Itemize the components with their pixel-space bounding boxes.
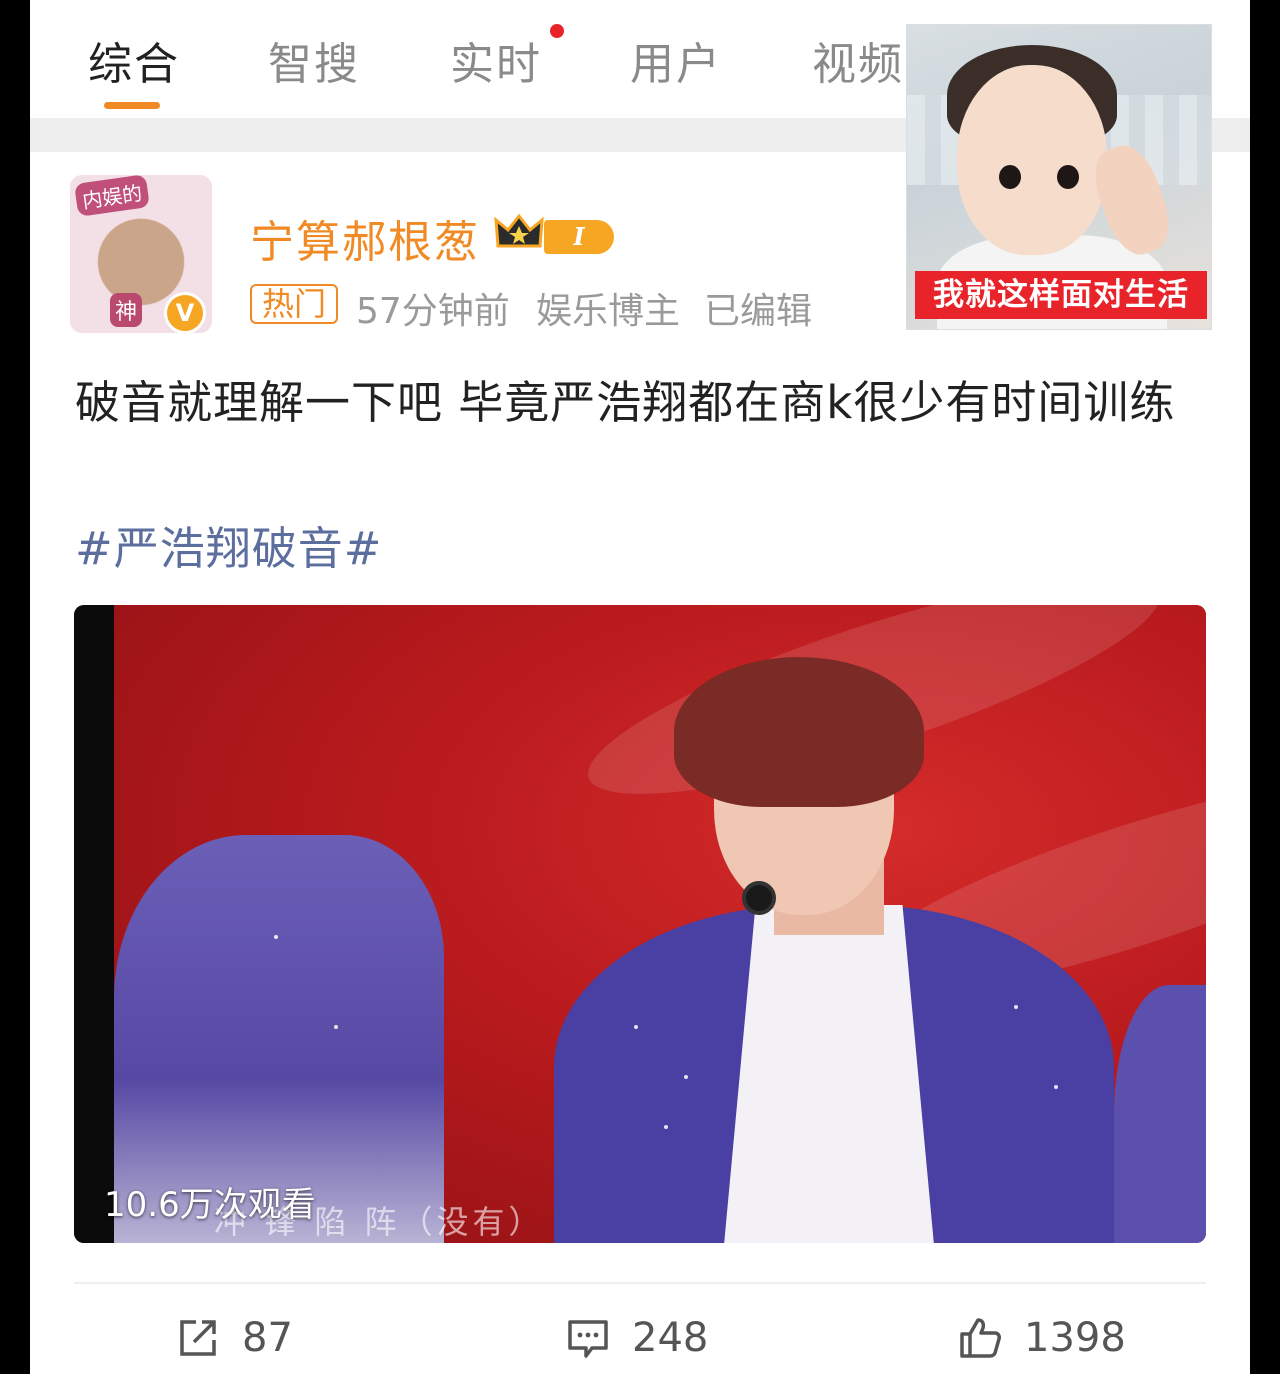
- headset-mic: [742, 881, 776, 915]
- view-count: 10.6万次观看: [104, 1185, 316, 1225]
- sparkle: [634, 1025, 638, 1029]
- sticker-eye: [999, 165, 1021, 189]
- performer-hair: [674, 657, 924, 807]
- tab-comprehensive[interactable]: 综合: [88, 28, 180, 92]
- tab-users[interactable]: 用户: [630, 28, 722, 92]
- sparkle: [1014, 1005, 1018, 1009]
- post-text: 破音就理解一下吧 毕竟严浩翔都在商k很少有时间训练: [75, 376, 1176, 429]
- repost-count: 87: [242, 1315, 293, 1361]
- sticker-child-face: [957, 65, 1107, 255]
- sparkle: [1054, 1085, 1058, 1089]
- edited-label: 已编辑: [704, 291, 813, 332]
- sparkle: [684, 1075, 688, 1079]
- comment-button[interactable]: 248: [564, 1310, 708, 1366]
- avatar-sticker-text: 内娱的: [74, 174, 150, 217]
- active-tab-indicator: [104, 102, 160, 109]
- repost-button[interactable]: 87: [174, 1310, 293, 1366]
- sparkle: [274, 935, 278, 939]
- verified-badge-icon: V: [164, 292, 206, 334]
- hashtag-link[interactable]: #严浩翔破音#: [75, 512, 382, 577]
- tab-video[interactable]: 视频: [812, 28, 904, 92]
- reaction-sticker: 我就这样面对生活: [906, 24, 1212, 330]
- tab-smart-search[interactable]: 智搜: [268, 28, 360, 92]
- username[interactable]: 宁算郝根葱: [250, 206, 480, 270]
- like-button[interactable]: 1398: [956, 1310, 1126, 1366]
- video-letterbox: [74, 605, 114, 1243]
- sticker-eye: [1057, 165, 1079, 189]
- notification-dot: [550, 24, 564, 38]
- action-divider: [74, 1282, 1206, 1284]
- author-role: 娱乐博主: [536, 291, 681, 332]
- hot-tag: 热门: [250, 284, 339, 324]
- app-screen: 综合 智搜 实时 用户 视频 内娱的 神 V 宁算郝根葱 I 热门 57分钟前 …: [30, 0, 1250, 1374]
- performer-shirt: [724, 905, 934, 1243]
- sparkle: [334, 1025, 338, 1029]
- sticker-caption: 我就这样面对生活: [915, 271, 1207, 319]
- repost-icon: [180, 1320, 216, 1356]
- video-player[interactable]: 冲 锋 陷 阵（没有） 10.6万次观看: [74, 605, 1206, 1243]
- sparkle: [664, 1125, 668, 1129]
- crown-icon: [494, 213, 544, 248]
- comment-icon: [568, 1320, 608, 1358]
- tab-realtime[interactable]: 实时: [450, 28, 542, 92]
- member-level-badge: I: [544, 220, 614, 254]
- post-time: 57分钟前: [356, 291, 510, 332]
- comment-count: 248: [632, 1315, 709, 1361]
- like-count: 1398: [1024, 1315, 1126, 1361]
- avatar-sticker-text-bottom: 神: [110, 293, 143, 327]
- thumbs-up-icon: [960, 1318, 1001, 1358]
